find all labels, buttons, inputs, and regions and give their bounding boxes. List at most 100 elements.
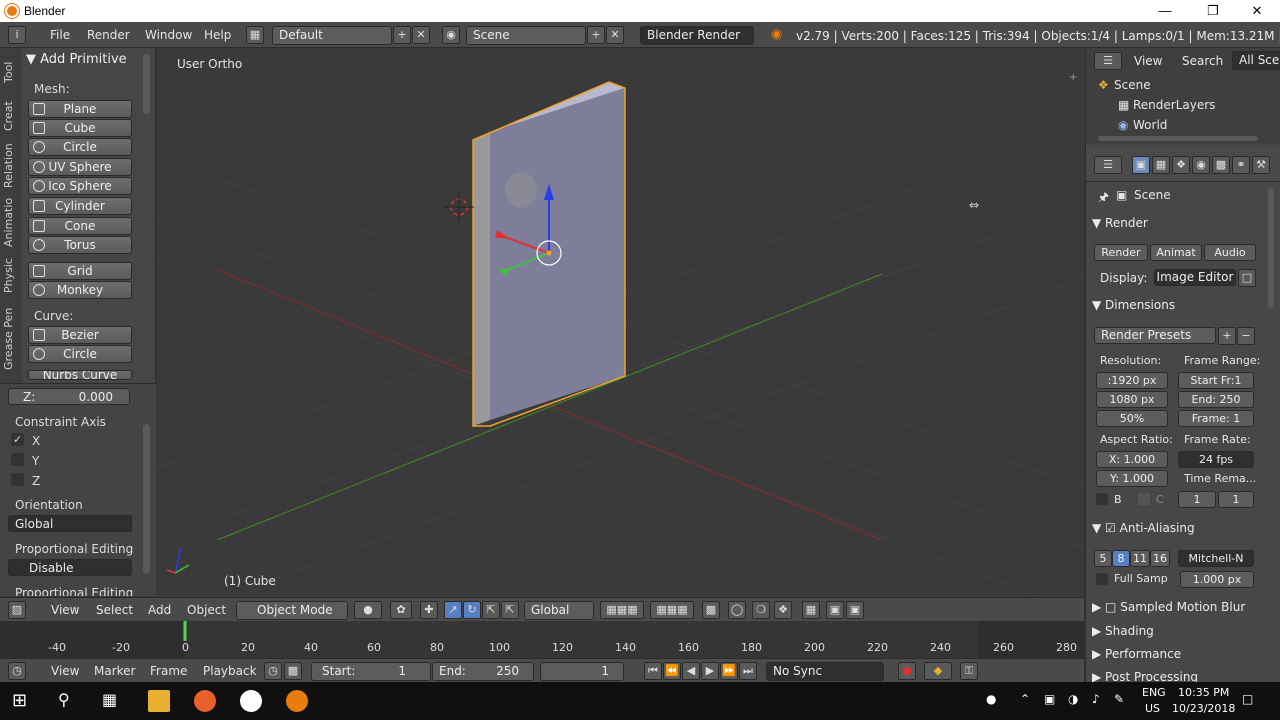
remove-preset-icon[interactable]: −	[1237, 327, 1255, 345]
manipulator-toggle-icon[interactable]: ✚	[420, 601, 438, 619]
outliner-item-world[interactable]: World	[1133, 118, 1167, 132]
outliner-menu-view[interactable]: View	[1134, 54, 1162, 68]
add-uv-sphere-button[interactable]: UV Sphere	[28, 158, 132, 176]
add-circle-button[interactable]: Circle	[28, 138, 132, 156]
rotate-icon[interactable]: ↻	[463, 601, 481, 619]
orientation-select[interactable]: Global	[8, 515, 132, 532]
render-layers-tab-icon[interactable]: ▦	[1152, 156, 1170, 174]
record-icon[interactable]: ●	[898, 662, 916, 680]
snap-icon[interactable]: ❍	[752, 601, 770, 619]
properties-scrollbar[interactable]	[1268, 188, 1274, 308]
display-window-icon[interactable]: □	[1238, 269, 1256, 287]
add-grid-button[interactable]: Grid	[28, 262, 132, 280]
screen-layout-field[interactable]: Default	[272, 26, 392, 45]
menu-playback[interactable]: Playback	[203, 664, 257, 678]
dimensions-section-header[interactable]: ▼ Dimensions	[1092, 298, 1175, 312]
motion-blur-section-header[interactable]: ▶ □ Sampled Motion Blur	[1092, 600, 1245, 614]
render-anim-icon[interactable]: ▣	[826, 601, 844, 619]
menu-file[interactable]: File	[50, 28, 70, 42]
jump-end-icon[interactable]: ⏭	[739, 662, 757, 680]
play-icon[interactable]: ▶	[701, 662, 719, 680]
add-primitive-header[interactable]: ▼ Add Primitive	[26, 52, 127, 67]
minimize-icon[interactable]: —	[1142, 1, 1188, 21]
constraints-tab-icon[interactable]: ⚭	[1232, 156, 1250, 174]
scale-alt-icon[interactable]: ⇱	[501, 601, 519, 619]
menu-marker[interactable]: Marker	[94, 664, 135, 678]
menu-view[interactable]: View	[51, 603, 79, 617]
tab-animation[interactable]: Animatio	[2, 196, 20, 248]
keyframe-icon[interactable]: ◆	[924, 662, 952, 680]
axis-y-checkbox[interactable]	[11, 453, 24, 466]
remove-scene-icon[interactable]: ✕	[606, 26, 624, 44]
outliner-item-renderlayers[interactable]: RenderLayers	[1133, 98, 1215, 112]
tab-physics[interactable]: Physic	[2, 252, 20, 300]
add-bezier-button[interactable]: Bezier	[28, 326, 132, 344]
render-engine-select[interactable]: Blender Render	[640, 26, 754, 45]
add-monkey-button[interactable]: Monkey	[28, 281, 132, 299]
volume-icon[interactable]: ♪	[1092, 692, 1100, 706]
frame-step-field[interactable]: Frame: 1	[1178, 410, 1254, 427]
view3d-type-icon[interactable]: ▨	[8, 601, 26, 619]
play-reverse-icon[interactable]: ◀	[682, 662, 700, 680]
prev-key-icon[interactable]: ⏪	[663, 662, 681, 680]
people-icon[interactable]: ●	[986, 692, 996, 706]
add-plane-button[interactable]: Plane	[28, 100, 132, 118]
screen-layout-icon[interactable]: ▦	[246, 26, 264, 44]
viewport-plus-icon[interactable]: +	[1069, 72, 1077, 83]
tab-grease-pencil[interactable]: Grease Pen	[2, 304, 20, 374]
snap-target-icon[interactable]: ❖	[774, 601, 792, 619]
end-frame-field[interactable]: End: 250	[432, 662, 534, 681]
aa-samples-5[interactable]: 5	[1094, 550, 1112, 567]
proportional-icon[interactable]: ◯	[728, 601, 746, 619]
z-field[interactable]: Z: 0.000	[8, 388, 130, 405]
remap-old-field[interactable]: 1	[1178, 491, 1216, 508]
clapper-icon[interactable]: ▣	[846, 601, 864, 619]
end-frame-prop-field[interactable]: End: 250	[1178, 391, 1254, 408]
filter-size-field[interactable]: 1.000 px	[1180, 571, 1254, 588]
aa-samples-8[interactable]: 8	[1112, 550, 1130, 567]
outliner-scrollbar[interactable]	[1098, 136, 1258, 141]
outliner-item-scene[interactable]: Scene	[1114, 78, 1151, 92]
border-checkbox[interactable]	[1096, 493, 1108, 505]
aa-checkbox-icon[interactable]: ☑	[1105, 521, 1116, 535]
remove-layout-icon[interactable]: ✕	[412, 26, 430, 44]
task-view-icon[interactable]: ▦	[102, 690, 124, 712]
full-sample-checkbox[interactable]	[1096, 573, 1108, 585]
frame-rate-select[interactable]: 24 fps	[1178, 451, 1254, 468]
aa-samples-16[interactable]: 16	[1150, 550, 1170, 567]
chevron-up-icon[interactable]: ⌃	[1020, 692, 1030, 706]
menu-select[interactable]: Select	[96, 603, 133, 617]
add-cone-button[interactable]: Cone	[28, 217, 132, 235]
current-frame-field[interactable]: 1	[540, 662, 624, 681]
shading-select-icon[interactable]: ●	[354, 601, 382, 619]
remap-new-field[interactable]: 1	[1218, 491, 1254, 508]
display-select[interactable]: Image Editor	[1154, 269, 1236, 286]
pin-icon[interactable]: 🖈	[1098, 188, 1109, 209]
menu-render[interactable]: Render	[87, 28, 130, 42]
timeline-editor[interactable]: -40 -20 0 20 40 60 80 100 120 140 160 18…	[0, 621, 1084, 658]
next-key-icon[interactable]: ⏩	[720, 662, 738, 680]
search-icon[interactable]: ⚲	[58, 690, 80, 712]
start-frame-field[interactable]: Start: 1	[311, 662, 431, 681]
resolution-y-field[interactable]: 1080 px	[1096, 391, 1168, 408]
menu-window[interactable]: Window	[145, 28, 192, 42]
resolution-percentage-field[interactable]: 50%	[1096, 410, 1168, 427]
add-cube-button[interactable]: Cube	[28, 119, 132, 137]
3d-cursor-icon[interactable]	[444, 192, 474, 222]
pen-icon[interactable]: ✎	[1114, 692, 1124, 706]
battery-icon[interactable]: ▣	[1044, 692, 1055, 706]
windows-start-icon[interactable]: ⊞	[12, 690, 34, 712]
axis-z-checkbox[interactable]	[11, 473, 24, 486]
add-layout-icon[interactable]: +	[393, 26, 411, 44]
properties-type-icon[interactable]: ☰	[1094, 156, 1122, 174]
editor-type-icon[interactable]: i	[8, 26, 26, 44]
render-tab-icon[interactable]: ▣	[1132, 156, 1150, 174]
blender-taskbar-icon[interactable]	[286, 690, 308, 712]
aspect-y-field[interactable]: Y: 1.000	[1096, 470, 1168, 487]
lock-icon[interactable]: ▩	[284, 662, 302, 680]
file-explorer-icon[interactable]	[148, 690, 170, 712]
jump-start-icon[interactable]: ⏮	[644, 662, 662, 680]
aspect-x-field[interactable]: X: 1.000	[1096, 451, 1168, 468]
language-label[interactable]: ENG	[1142, 686, 1166, 699]
add-curve-circle-button[interactable]: Circle	[28, 345, 132, 363]
